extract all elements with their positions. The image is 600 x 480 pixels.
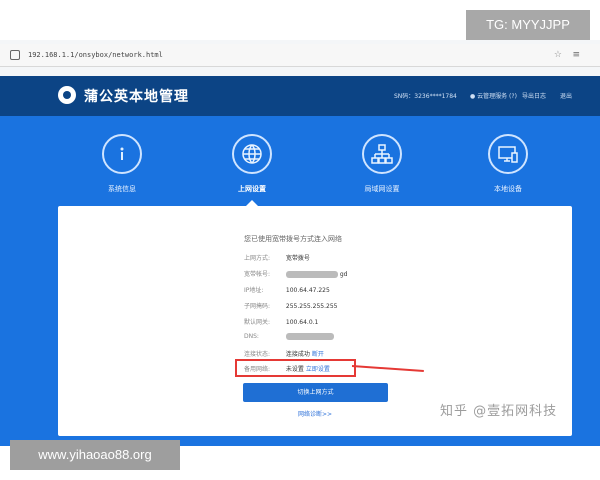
main-tabs: 系统信息 上网设置 局域网设置 本地设备 xyxy=(0,120,600,206)
tab-label: 系统信息 xyxy=(108,185,136,193)
row-value: 100.64.0.1 xyxy=(285,319,319,326)
brand-title: 蒲公英本地管理 xyxy=(84,89,189,105)
address-bar[interactable]: 192.168.1.1/onsybox/network.html ☆ ≡ xyxy=(0,44,600,67)
zhihu-watermark: 知乎 @壹拓网科技 xyxy=(440,404,558,419)
info-row: IP地址: 100.64.47.225 xyxy=(244,285,330,294)
logo-icon xyxy=(58,86,76,104)
logout-link[interactable]: 退出 xyxy=(560,91,572,100)
site-badge: www.yihaoao88.org xyxy=(10,440,180,470)
row-key: 上网方式: xyxy=(244,255,271,262)
connection-intro: 您已使用宽带拨号方式连入网络 xyxy=(244,235,342,243)
export-log-link[interactable]: 导出日志 xyxy=(522,91,546,100)
globe-icon xyxy=(232,134,272,174)
row-key: 连接状态: xyxy=(244,351,271,358)
switch-connection-button[interactable]: 切换上网方式 xyxy=(243,383,388,402)
tab-internet-settings[interactable]: 上网设置 xyxy=(212,134,292,194)
cloud-service-link[interactable]: ● 云管理服务 (?) xyxy=(470,91,517,100)
info-row: 宽带帐号: gd xyxy=(244,269,347,278)
row-key: 宽带帐号: xyxy=(244,271,271,278)
network-diagnose-link[interactable]: 网络诊断>> xyxy=(298,409,332,418)
row-key: 子网掩码: xyxy=(244,303,271,310)
tab-label: 局域网设置 xyxy=(364,185,400,193)
info-icon xyxy=(102,134,142,174)
row-key: DNS: xyxy=(244,333,259,340)
tg-badge: TG: MYYJJPP xyxy=(466,10,590,40)
info-row: 默认网关: 100.64.0.1 xyxy=(244,317,318,326)
info-row: 上网方式: 宽带拨号 xyxy=(244,253,310,262)
tab-label: 本地设备 xyxy=(494,185,522,193)
tab-lan-settings[interactable]: 局域网设置 xyxy=(342,134,422,194)
row-value: gd xyxy=(339,271,348,278)
lock-icon xyxy=(10,50,20,60)
tab-label: 上网设置 xyxy=(238,185,266,193)
tab-system-info[interactable]: 系统信息 xyxy=(82,134,162,194)
sn-label: SN码：3236****1784 xyxy=(394,93,457,100)
star-icon[interactable]: ☆ xyxy=(554,50,562,60)
disconnect-link[interactable]: 断开 xyxy=(312,351,324,358)
row-key: IP地址: xyxy=(244,287,264,294)
lan-tree-icon xyxy=(362,134,402,174)
row-value: 连接成功 xyxy=(285,351,310,358)
row-value: 100.64.47.225 xyxy=(285,287,330,294)
redacted-blur xyxy=(285,271,338,278)
info-row: 连接状态: 连接成功 断开 xyxy=(244,349,324,358)
redacted-blur xyxy=(285,333,334,340)
tab-local-devices[interactable]: 本地设备 xyxy=(468,134,548,194)
row-value: 255.255.255.255 xyxy=(285,303,338,310)
highlight-box xyxy=(235,359,356,377)
row-key: 默认网关: xyxy=(244,319,271,326)
menu-icon[interactable]: ≡ xyxy=(572,50,580,60)
info-row: DNS: xyxy=(244,333,334,340)
info-row: 子网掩码: 255.255.255.255 xyxy=(244,301,337,310)
address-text[interactable]: 192.168.1.1/onsybox/network.html xyxy=(28,51,163,59)
row-value: 宽带拨号 xyxy=(285,255,310,262)
top-navbar: 蒲公英本地管理 SN码：3236****1784 ● 云管理服务 (?) 导出日… xyxy=(0,76,600,116)
device-icon xyxy=(488,134,528,174)
